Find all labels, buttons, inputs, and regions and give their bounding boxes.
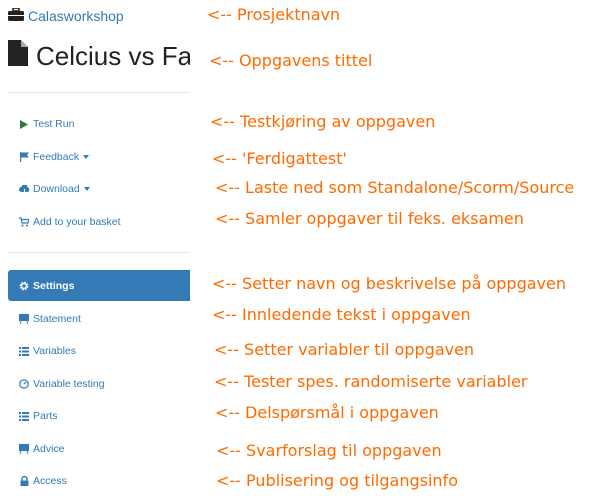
menu-item-label: Advice bbox=[33, 443, 65, 455]
annotation-feedback: <-- 'Ferdigattest' bbox=[212, 149, 347, 168]
menu-item-label: Variable testing bbox=[33, 378, 105, 390]
test-run-label: Test Run bbox=[33, 118, 75, 130]
annotation-variable-testing: <-- Tester spes. randomiserte variabler bbox=[214, 372, 528, 391]
play-icon bbox=[18, 119, 30, 129]
list-icon bbox=[18, 411, 30, 421]
lock-icon bbox=[18, 476, 30, 486]
menu-item-variable-testing[interactable]: Variable testing bbox=[8, 378, 190, 390]
annotation-title: <-- Oppgavens tittel bbox=[209, 51, 373, 70]
menu-item-statement[interactable]: Statement bbox=[8, 313, 190, 325]
chevron-down-icon bbox=[83, 155, 90, 159]
dashboard-icon bbox=[18, 379, 30, 389]
menu-item-access[interactable]: Access bbox=[8, 475, 190, 487]
annotation-access: <-- Publisering og tilgangsinfo bbox=[216, 471, 458, 490]
annotation-test-run: <-- Testkjøring av oppgaven bbox=[210, 112, 436, 131]
gear-icon bbox=[18, 281, 30, 291]
project-name: Calasworkshop bbox=[28, 8, 124, 24]
divider bbox=[8, 252, 190, 253]
test-run-button[interactable]: Test Run bbox=[8, 118, 190, 130]
blackboard-icon bbox=[18, 444, 30, 454]
feedback-dropdown[interactable]: Feedback bbox=[8, 151, 190, 163]
briefcase-icon bbox=[8, 7, 24, 24]
add-to-basket-label: Add to your basket bbox=[33, 216, 121, 228]
menu-item-label: Statement bbox=[33, 313, 81, 325]
menu-item-settings[interactable]: Settings bbox=[8, 270, 190, 301]
project-link[interactable]: Calasworkshop bbox=[8, 7, 124, 24]
add-to-basket-button[interactable]: Add to your basket bbox=[8, 216, 190, 228]
cloud-download-icon bbox=[18, 184, 30, 194]
menu-item-label: Settings bbox=[33, 279, 75, 292]
annotation-basket: <-- Samler oppgaver til feks. eksamen bbox=[215, 209, 524, 228]
annotation-parts: <-- Delspørsmål i oppgaven bbox=[215, 403, 439, 422]
menu-item-label: Variables bbox=[33, 345, 76, 357]
page-title: Celcius vs Fahrenheit bbox=[8, 40, 190, 73]
annotation-project-name: <-- Prosjektnavn bbox=[207, 5, 341, 24]
list-icon bbox=[18, 346, 30, 356]
chevron-down-icon bbox=[83, 187, 90, 191]
annotation-variables: <-- Setter variabler til oppgaven bbox=[214, 340, 475, 359]
sidebar: Calasworkshop Celcius vs Fahrenheit Test… bbox=[0, 0, 190, 496]
feedback-label: Feedback bbox=[33, 151, 80, 163]
file-icon bbox=[8, 40, 28, 73]
menu-item-variables[interactable]: Variables bbox=[8, 345, 190, 357]
exercise-title: Celcius vs Fahrenheit bbox=[36, 41, 190, 71]
blackboard-icon bbox=[18, 314, 30, 324]
flag-icon bbox=[18, 152, 30, 162]
menu-item-label: Access bbox=[33, 475, 67, 487]
download-label: Download bbox=[33, 183, 80, 195]
annotation-download: <-- Laste ned som Standalone/Scorm/Sourc… bbox=[215, 178, 575, 197]
menu-item-advice[interactable]: Advice bbox=[8, 443, 190, 455]
download-dropdown[interactable]: Download bbox=[8, 183, 190, 195]
annotation-settings: <-- Setter navn og beskrivelse på oppgav… bbox=[212, 274, 566, 293]
annotation-advice: <-- Svarforslag til oppgaven bbox=[216, 441, 442, 460]
menu-item-parts[interactable]: Parts bbox=[8, 410, 190, 422]
divider bbox=[8, 92, 190, 93]
menu-item-label: Parts bbox=[33, 410, 58, 422]
annotation-statement: <-- Innledende tekst i oppgaven bbox=[212, 305, 471, 324]
cart-icon bbox=[18, 217, 30, 227]
